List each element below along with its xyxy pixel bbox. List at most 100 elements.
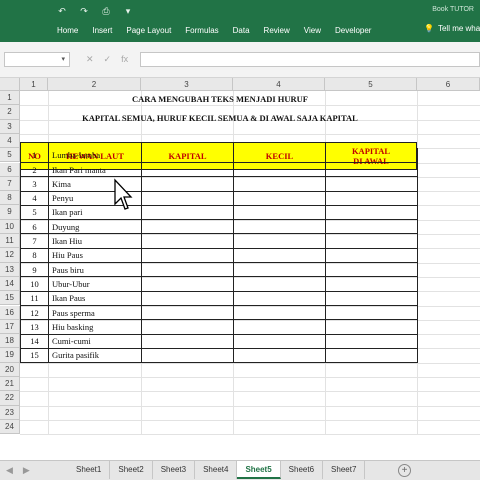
print-preview-icon[interactable]: ⎙	[100, 6, 112, 17]
row-header[interactable]: 11	[0, 234, 20, 249]
column-header[interactable]: 4	[233, 78, 325, 91]
row-header[interactable]: 8	[0, 191, 20, 206]
cell-no[interactable]: 9	[20, 262, 49, 278]
cell-no[interactable]: 5	[20, 205, 49, 221]
cell-hewan-laut[interactable]: Duyung	[48, 219, 142, 235]
row-header[interactable]: 7	[0, 176, 20, 192]
cell-kapital-di-awal[interactable]	[325, 176, 418, 192]
row-header[interactable]: 13	[0, 262, 20, 277]
tab-view[interactable]: View	[297, 26, 328, 35]
cell-no[interactable]: 14	[20, 334, 49, 349]
row-header[interactable]: 6	[0, 162, 20, 177]
cell-hewan-laut[interactable]: Paus biru	[48, 262, 142, 278]
cell-hewan-laut[interactable]: Cumi-cumi	[48, 334, 142, 349]
cell-kapital[interactable]	[141, 176, 234, 192]
row-header[interactable]: 17	[0, 319, 20, 335]
sheet-tab-sheet3[interactable]: Sheet3	[153, 461, 196, 479]
tab-developer[interactable]: Developer	[328, 26, 378, 35]
cell-kapital-di-awal[interactable]	[325, 248, 418, 264]
cell-no[interactable]: 11	[20, 291, 49, 306]
cell-no[interactable]: 7	[20, 234, 49, 249]
cell-kecil[interactable]	[233, 319, 326, 335]
cell-kapital[interactable]	[141, 319, 234, 335]
row-header[interactable]: 3	[0, 119, 20, 134]
cell-kapital-di-awal[interactable]	[325, 334, 418, 349]
cell-no[interactable]: 4	[20, 191, 49, 206]
redo-icon[interactable]: ↷	[78, 6, 90, 17]
tab-formulas[interactable]: Formulas	[178, 26, 225, 35]
cell-no[interactable]: 10	[20, 276, 49, 292]
column-header[interactable]: 3	[141, 78, 233, 91]
cell-kapital-di-awal[interactable]	[325, 205, 418, 221]
select-all-corner[interactable]	[0, 78, 20, 91]
cell-kapital-di-awal[interactable]	[325, 234, 418, 249]
cell-hewan-laut[interactable]: Ikan Hiu	[48, 234, 142, 249]
row-header[interactable]: 19	[0, 348, 20, 363]
cell-hewan-laut[interactable]: Hiu basking	[48, 319, 142, 335]
cell-kapital[interactable]	[141, 305, 234, 321]
cell-kecil[interactable]	[233, 234, 326, 249]
sheet-tab-sheet7[interactable]: Sheet7	[323, 461, 366, 479]
row-header[interactable]: 10	[0, 219, 20, 234]
tab-review[interactable]: Review	[257, 26, 297, 35]
cell-kecil[interactable]	[233, 162, 326, 178]
cell-kecil[interactable]	[233, 305, 326, 321]
cell-kapital[interactable]	[141, 276, 234, 292]
row-header[interactable]: 21	[0, 377, 20, 392]
cell-kecil[interactable]	[233, 205, 326, 221]
cell-kecil[interactable]	[233, 176, 326, 192]
cell-kapital-di-awal[interactable]	[325, 262, 418, 278]
cell-kapital-di-awal[interactable]	[325, 148, 418, 163]
cell-kapital[interactable]	[141, 262, 234, 278]
column-header[interactable]: 2	[48, 78, 141, 91]
column-header[interactable]: 1	[20, 78, 48, 91]
cell-kecil[interactable]	[233, 248, 326, 264]
sheet-tab-sheet6[interactable]: Sheet6	[281, 461, 324, 479]
cell-hewan-laut[interactable]: Paus sperma	[48, 305, 142, 321]
cell-kecil[interactable]	[233, 348, 326, 364]
row-header[interactable]: 12	[0, 248, 20, 263]
cell-kapital[interactable]	[141, 219, 234, 235]
row-header[interactable]: 23	[0, 405, 20, 420]
cell-no[interactable]: 2	[20, 162, 49, 178]
row-header[interactable]: 1	[0, 91, 20, 106]
customize-icon[interactable]: ▾	[122, 6, 134, 17]
tab-page-layout[interactable]: Page Layout	[119, 26, 178, 35]
cell-kecil[interactable]	[233, 291, 326, 306]
cell-no[interactable]: 8	[20, 248, 49, 264]
prev-sheet-icon[interactable]: ◀	[6, 465, 13, 476]
cell-hewan-laut[interactable]: Lumba-lumba	[48, 148, 142, 163]
cell-kapital-di-awal[interactable]	[325, 305, 418, 321]
cell-kapital[interactable]	[141, 191, 234, 206]
row-header[interactable]: 20	[0, 362, 20, 377]
cell-kapital-di-awal[interactable]	[325, 219, 418, 235]
tab-home[interactable]: Home	[50, 26, 85, 35]
cell-hewan-laut[interactable]: Gurita pasifik	[48, 348, 142, 364]
cell-kapital-di-awal[interactable]	[325, 276, 418, 292]
row-header[interactable]: 16	[0, 305, 20, 320]
tab-data[interactable]: Data	[226, 26, 257, 35]
row-header[interactable]: 4	[0, 133, 20, 149]
row-header[interactable]: 9	[0, 205, 20, 220]
cell-kapital[interactable]	[141, 205, 234, 221]
cell-kapital-di-awal[interactable]	[325, 291, 418, 306]
cell-no[interactable]: 15	[20, 348, 49, 364]
cell-kecil[interactable]	[233, 276, 326, 292]
tab-insert[interactable]: Insert	[85, 26, 119, 35]
enter-icon[interactable]: ✓	[104, 52, 112, 67]
tell-me-search[interactable]: 💡 Tell me what	[424, 24, 480, 33]
row-header[interactable]: 5	[0, 148, 20, 163]
formula-input[interactable]	[140, 52, 480, 67]
spreadsheet-grid[interactable]: 1 2 3 4 5 6 1 2 3 4 5 6 7 8 9 10 11 12 13 14 15 16 17 18 1…	[0, 78, 480, 460]
cell-kecil[interactable]	[233, 219, 326, 235]
column-header[interactable]: 6	[417, 78, 480, 91]
column-header[interactable]: 5	[325, 78, 417, 91]
cell-no[interactable]: 13	[20, 319, 49, 335]
sheet-tab-sheet2[interactable]: Sheet2	[110, 461, 153, 479]
add-sheet-icon[interactable]: +	[398, 464, 411, 477]
cell-kapital-di-awal[interactable]	[325, 319, 418, 335]
cell-kecil[interactable]	[233, 191, 326, 206]
cell-hewan-laut[interactable]: Ikan Pari manta	[48, 162, 142, 178]
cell-kapital-di-awal[interactable]	[325, 348, 418, 364]
sheet-tab-sheet1[interactable]: Sheet1	[68, 461, 111, 479]
